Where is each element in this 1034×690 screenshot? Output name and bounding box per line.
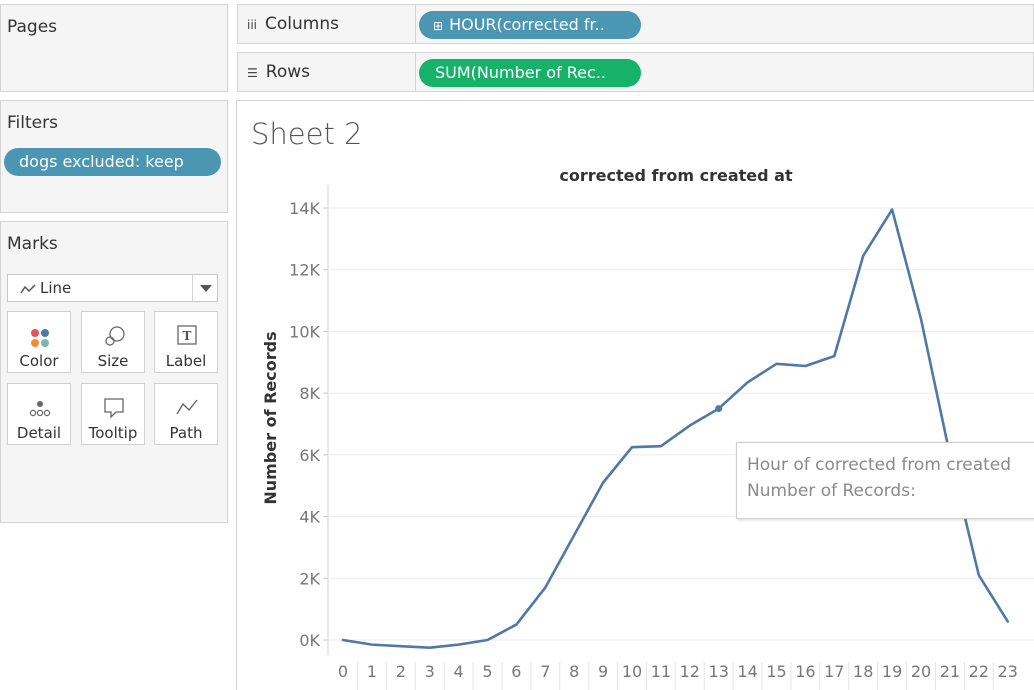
x-tick-label: 21 xyxy=(940,662,960,681)
x-tick-label: 2 xyxy=(396,662,406,681)
series-line xyxy=(341,208,1010,650)
x-tick-label: 15 xyxy=(766,662,786,681)
line-chart: corrected from created at Number of Recor… xyxy=(261,166,1034,690)
y-tick-label: 14K xyxy=(289,199,320,218)
y-tick-label: 8K xyxy=(299,384,320,403)
x-tick-label: 18 xyxy=(853,662,873,681)
x-tick-label: 13 xyxy=(709,662,729,681)
y-tick-label: 12K xyxy=(289,261,320,280)
x-tick-label: 9 xyxy=(598,662,608,681)
x-tick-label: 12 xyxy=(680,662,700,681)
x-tick-label: 22 xyxy=(969,662,989,681)
x-tick-label: 8 xyxy=(569,662,579,681)
x-tick-label: 1 xyxy=(367,662,377,681)
x-tick-label: 20 xyxy=(911,662,931,681)
hover-tooltip: Hour of corrected from created Number of… xyxy=(736,442,1034,519)
x-tick-label: 3 xyxy=(425,662,435,681)
x-tick-label: 6 xyxy=(511,662,521,681)
y-tick-label: 2K xyxy=(299,569,320,588)
x-tick-label: 0 xyxy=(338,662,348,681)
x-tick-label: 17 xyxy=(824,662,844,681)
tooltip-line-records: Number of Records: xyxy=(747,481,916,501)
y-tick-label: 0K xyxy=(299,631,320,650)
x-tick-label: 14 xyxy=(737,662,757,681)
highlighted-data-point xyxy=(715,405,723,413)
x-tick-label: 23 xyxy=(998,662,1018,681)
y-axis-label: Number of Records xyxy=(261,331,280,504)
x-tick-label: 16 xyxy=(795,662,815,681)
x-tick-label: 19 xyxy=(882,662,902,681)
x-tick-label: 4 xyxy=(454,662,464,681)
x-tick-label: 7 xyxy=(540,662,550,681)
y-tick-label: 6K xyxy=(299,446,320,465)
x-tick-label: 11 xyxy=(651,662,671,681)
tooltip-line-hour: Hour of corrected from created xyxy=(747,455,1012,475)
y-tick-label: 10K xyxy=(289,322,320,341)
chart-title: corrected from created at xyxy=(559,166,793,185)
x-tick-label: 10 xyxy=(622,662,642,681)
y-tick-label: 4K xyxy=(299,508,320,527)
x-tick-label: 5 xyxy=(482,662,492,681)
